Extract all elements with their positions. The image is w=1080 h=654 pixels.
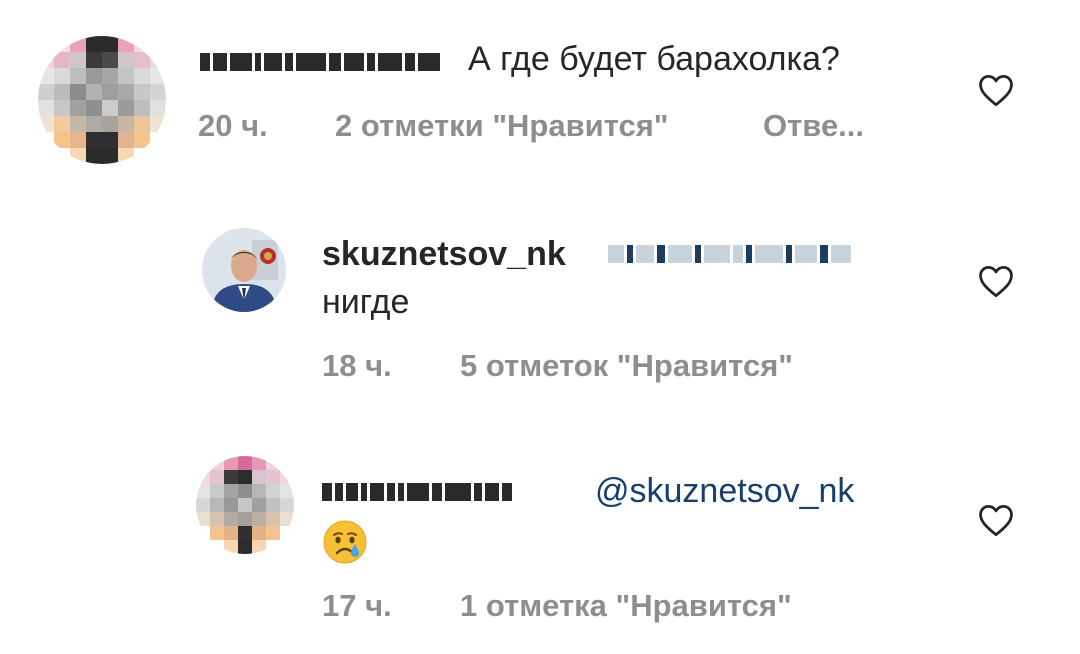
likes-count[interactable]: 1 отметка "Нравится" [460,588,792,624]
username-hidden[interactable] [322,482,512,502]
avatar-pixelated[interactable] [196,456,294,554]
comment-time: 17 ч. [322,588,392,623]
heart-outline-icon[interactable] [977,503,1015,537]
mention-link[interactable]: @skuznetsov_nk [595,472,854,511]
comment-3-reply: @skuznetsov_nk 17 ч. 1 отметка "Нравится… [0,0,1080,654]
crying-face-emoji [322,519,368,565]
